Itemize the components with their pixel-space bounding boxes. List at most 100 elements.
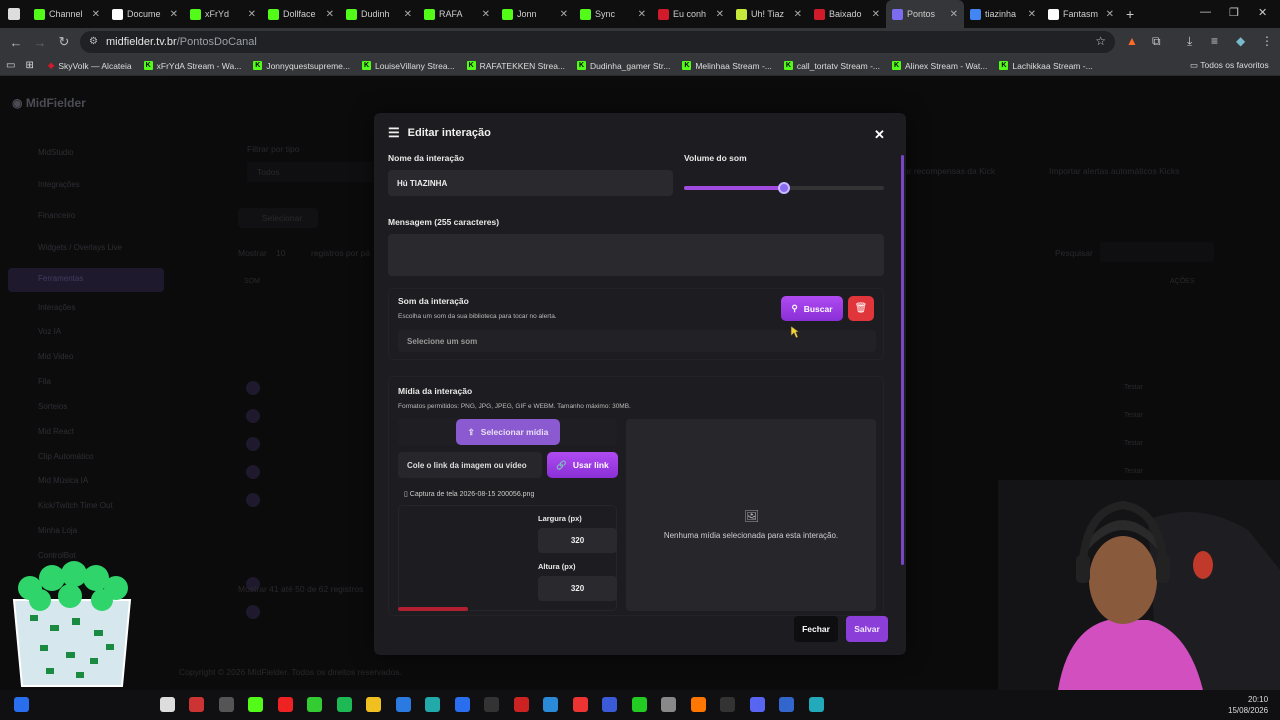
minimize-icon[interactable]: — <box>1200 6 1211 18</box>
close-window-icon[interactable]: ✕ <box>1258 6 1267 19</box>
width-input[interactable]: 320 <box>538 528 617 553</box>
tab-close-icon[interactable]: ✕ <box>404 9 412 20</box>
tab-close-icon[interactable]: ✕ <box>872 9 880 20</box>
bookmark-item[interactable]: K Lachikkaa Stream -... <box>999 60 1093 71</box>
browser-tab[interactable]: Baixado ✕ <box>808 0 886 28</box>
tab-close-icon[interactable]: ✕ <box>170 9 178 20</box>
bookmark-item[interactable]: Kcall_tortatv Stream -... <box>783 60 880 71</box>
bookmark-item[interactable]: ◆ SkyVolk — Alcateia <box>48 60 132 71</box>
search-sound-button[interactable]: ⚲ Buscar <box>781 296 843 321</box>
tab-close-icon[interactable]: ✕ <box>794 9 802 20</box>
bookmark-item[interactable]: K Melinhaa Stream -... <box>682 60 772 71</box>
new-tab-button[interactable]: + <box>1126 6 1134 22</box>
tab-close-icon[interactable]: ✕ <box>1106 9 1114 20</box>
volume-slider[interactable] <box>684 182 884 194</box>
taskbar-app-icon[interactable] <box>602 697 617 712</box>
browser-tab[interactable]: Dudinh ✕ <box>340 0 418 28</box>
back-icon[interactable]: ← <box>4 35 28 50</box>
taskbar-app-icon[interactable] <box>159 697 175 712</box>
forward-icon[interactable]: → <box>28 35 52 50</box>
taskbar-app-icon[interactable] <box>661 697 676 712</box>
height-input[interactable]: 320 <box>538 576 617 601</box>
taskbar-app-icon[interactable] <box>484 697 499 712</box>
close-button[interactable]: Fechar <box>794 616 838 642</box>
taskbar-app-icon[interactable] <box>690 697 706 712</box>
maximize-icon[interactable]: ❐ <box>1229 6 1239 19</box>
browser-tab[interactable]: Pontos ✕ <box>886 0 964 28</box>
taskbar-app-icon[interactable] <box>720 697 735 712</box>
menu-icon[interactable]: ⋮ <box>1261 34 1273 48</box>
taskbar-app-icon[interactable] <box>425 697 440 712</box>
taskbar-app-icon[interactable] <box>248 697 263 712</box>
apps-grid-icon[interactable]: ⊞ <box>25 60 33 71</box>
browser-tab[interactable]: Docume ✕ <box>106 0 184 28</box>
media-link-input[interactable]: Cole o link da imagem ou vídeo <box>398 452 542 478</box>
tab-close-icon[interactable]: ✕ <box>950 9 958 20</box>
url-input[interactable]: ⚙ midfielder.tv.br/PontosDoCanal ☆ <box>80 31 1115 53</box>
bookmark-star-icon[interactable]: ☆ <box>1095 34 1106 48</box>
taskbar-app-icon[interactable] <box>307 697 322 712</box>
taskbar-app-icon[interactable] <box>366 697 381 712</box>
taskbar-app-icon[interactable] <box>277 697 293 712</box>
tab-close-icon[interactable]: ✕ <box>326 9 334 20</box>
all-favorites-link[interactable]: ▭ Todos os favoritos <box>1190 60 1269 71</box>
use-link-button[interactable]: 🔗 Usar link <box>547 452 618 478</box>
browser-tab[interactable]: RAFA ✕ <box>418 0 496 28</box>
taskbar-app-icon[interactable] <box>808 697 824 712</box>
taskbar-clock[interactable]: 20:10 15/08/2026 <box>1228 694 1268 716</box>
taskbar-app-icon[interactable] <box>189 697 204 712</box>
taskbar-app-icon[interactable] <box>14 697 29 712</box>
profile-icon[interactable]: ◆ <box>1236 34 1245 48</box>
tab-close-icon[interactable]: ✕ <box>248 9 256 20</box>
browser-tab[interactable]: Jonn ✕ <box>496 0 574 28</box>
bookmark-item[interactable]: KxFrYdA Stream - Wa... <box>143 60 241 71</box>
tab-close-icon[interactable]: ✕ <box>560 9 568 20</box>
taskbar-app-icon[interactable] <box>395 697 411 712</box>
brave-shield-icon[interactable]: ▲ <box>1126 34 1138 48</box>
name-input[interactable]: Hú TIAZINHA <box>388 170 673 196</box>
bookmark-item[interactable]: K Alinex Stream - Wat... <box>892 60 987 71</box>
bookmark-item[interactable]: K RAFATEKKEN Strea... <box>466 60 565 71</box>
volume-slider-thumb[interactable] <box>778 182 790 194</box>
taskbar-app-icon[interactable] <box>779 697 794 712</box>
tab-strip-icon[interactable] <box>0 0 28 28</box>
browser-tab[interactable]: Fantasm ✕ <box>1042 0 1120 28</box>
taskbar-app-icon[interactable] <box>336 697 352 712</box>
browser-tab[interactable]: Sync ✕ <box>574 0 652 28</box>
tab-close-icon[interactable]: ✕ <box>482 9 490 20</box>
tab-close-icon[interactable]: ✕ <box>638 9 646 20</box>
close-icon[interactable]: ✕ <box>874 127 885 143</box>
browser-tab[interactable]: tiazinha ✕ <box>964 0 1042 28</box>
sound-select[interactable]: Selecione um som <box>398 330 876 352</box>
browser-tab[interactable]: Dollface ✕ <box>262 0 340 28</box>
taskbar-app-icon[interactable] <box>572 697 588 712</box>
browser-tab[interactable]: xFrYd ✕ <box>184 0 262 28</box>
browser-tab[interactable]: Eu conh ✕ <box>652 0 730 28</box>
tab-close-icon[interactable]: ✕ <box>1028 9 1036 20</box>
taskbar-app-icon[interactable] <box>454 697 470 712</box>
extensions-icon[interactable]: ⧉ <box>1152 34 1161 49</box>
site-info-icon[interactable]: ⚙ <box>89 36 98 47</box>
select-media-button[interactable]: ⇪ Selecionar mídia <box>456 419 560 445</box>
taskbar-app-icon[interactable] <box>543 697 558 712</box>
taskbar-app-icon[interactable] <box>513 697 529 712</box>
delete-sound-button[interactable]: 🗑 <box>848 296 874 321</box>
modal-scrollbar[interactable] <box>901 155 904 565</box>
taskbar-app-icon[interactable] <box>631 697 647 712</box>
bookmark-item[interactable]: K Jonnyquestsupreme... <box>253 60 350 71</box>
media-control-icon[interactable]: ≡ <box>1211 34 1218 48</box>
tab-close-icon[interactable]: ✕ <box>92 9 100 20</box>
browser-tab[interactable]: Channel ✕ <box>28 0 106 28</box>
download-icon[interactable]: ⤓ <box>1187 34 1192 49</box>
bookmark-item[interactable]: K LouiseVillany Strea... <box>361 60 455 71</box>
sidebar-toggle-icon[interactable]: ▭ <box>6 60 15 71</box>
taskbar-app-icon[interactable] <box>218 697 234 712</box>
hidden-red-button[interactable] <box>398 607 468 611</box>
bookmark-item[interactable]: K Dudinha_gamer Str... <box>577 60 670 71</box>
tab-close-icon[interactable]: ✕ <box>716 9 724 20</box>
save-button[interactable]: Salvar <box>846 616 888 642</box>
taskbar-app-icon[interactable] <box>749 697 765 712</box>
reload-icon[interactable]: ↻ <box>52 34 76 50</box>
browser-tab[interactable]: Uh! Tiaz ✕ <box>730 0 808 28</box>
message-textarea[interactable] <box>388 234 884 276</box>
